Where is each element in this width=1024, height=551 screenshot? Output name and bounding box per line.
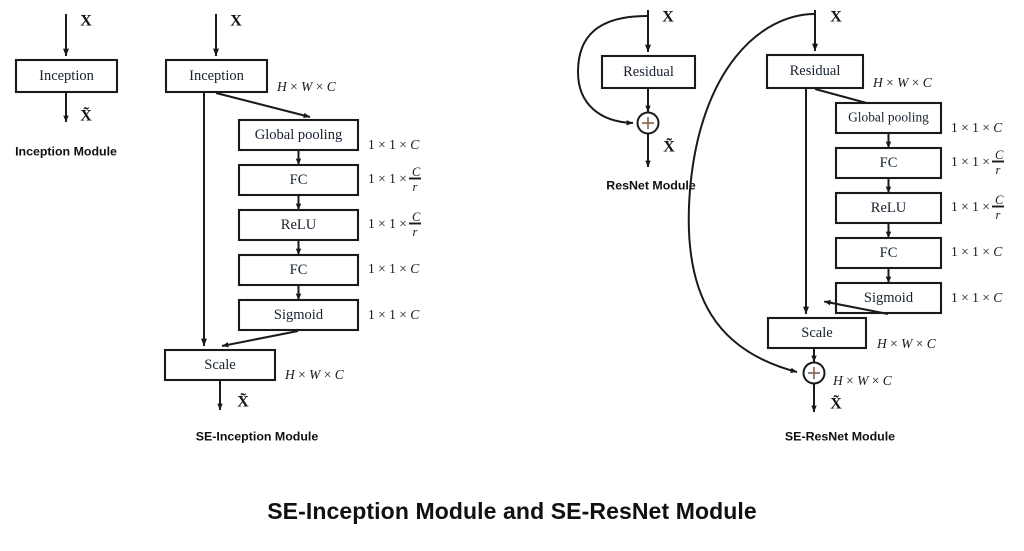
se-resnet-dim-relu: 1 × 1 × C r <box>951 193 1004 222</box>
se-resnet-residual-label: Residual <box>790 63 841 79</box>
se-resnet-dim-scale: H × W × C <box>876 336 937 351</box>
se-resnet-module-caption: SE-ResNet Module <box>785 429 895 443</box>
se-resnet-global-pooling-label: Global pooling <box>848 110 929 125</box>
resnet-input-label: X <box>662 9 674 26</box>
se-inception-sigmoid-label: Sigmoid <box>274 307 324 323</box>
svg-text:r: r <box>996 163 1001 177</box>
se-inception-input-label: X <box>230 13 242 30</box>
se-inception-module-caption: SE-Inception Module <box>196 429 319 443</box>
se-inception-dim-pooling: 1 × 1 × C <box>368 137 420 152</box>
inception-module: X Inception X̃ Inception Module <box>14 13 119 158</box>
resnet-sum-node[interactable] <box>636 111 660 135</box>
se-resnet-scale-label: Scale <box>801 325 832 341</box>
se-resnet-dim-fc2: 1 × 1 × C <box>951 244 1003 259</box>
figure-root: X Inception X̃ Inception Module X Incept… <box>0 0 1024 551</box>
se-inception-dim-scale: H × W × C <box>284 367 345 382</box>
resnet-module-caption: ResNet Module <box>606 178 696 192</box>
se-resnet-sum-node[interactable] <box>802 361 826 385</box>
svg-text:1 × 1 ×: 1 × 1 × <box>368 171 407 186</box>
svg-text:1 × 1 ×: 1 × 1 × <box>951 199 990 214</box>
se-resnet-dim-hwc: H × W × C <box>872 75 933 90</box>
se-resnet-sigmoid-label: Sigmoid <box>864 290 914 306</box>
svg-text:C: C <box>412 165 421 179</box>
se-inception-dim-fc1: 1 × 1 × C r <box>368 165 421 194</box>
se-resnet-dim-sum: H × W × C <box>832 373 893 388</box>
se-resnet-module: X Residual H × W × C Global pooling 1 × … <box>687 9 1004 443</box>
se-inception-fc1-label: FC <box>290 172 308 188</box>
se-inception-scale-label: Scale <box>204 357 235 373</box>
se-resnet-dim-pooling: 1 × 1 × C <box>951 120 1003 135</box>
se-resnet-output-label: X̃ <box>830 393 842 412</box>
se-inception-fc2-label: FC <box>290 262 308 278</box>
se-resnet-relu-label: ReLU <box>871 200 907 216</box>
se-resnet-dim-fc1: 1 × 1 × C r <box>951 148 1004 177</box>
resnet-output-label: X̃ <box>663 136 675 155</box>
figure-caption: SE-Inception Module and SE-ResNet Module <box>267 498 757 524</box>
inception-input-label: X <box>80 13 92 30</box>
svg-text:1 × 1 ×: 1 × 1 × <box>951 154 990 169</box>
se-inception-global-pooling-label: Global pooling <box>255 127 342 143</box>
inception-box-label: Inception <box>39 68 95 84</box>
inception-module-caption: Inception Module <box>15 144 117 158</box>
se-inception-inception-label: Inception <box>189 68 245 84</box>
se-inception-scale-branch <box>221 330 299 348</box>
inception-output-label: X̃ <box>80 105 92 124</box>
se-resnet-fc1-label: FC <box>880 155 898 171</box>
se-inception-dim-hwc: H × W × C <box>276 79 337 94</box>
se-resnet-fc2-label: FC <box>880 245 898 261</box>
svg-text:C: C <box>995 193 1004 207</box>
svg-text:r: r <box>413 225 418 239</box>
se-resnet-input-label: X <box>830 9 842 26</box>
svg-text:r: r <box>413 180 418 194</box>
svg-text:1 × 1 ×: 1 × 1 × <box>368 216 407 231</box>
resnet-module: X Residual X̃ ResNet Module <box>576 9 697 192</box>
se-inception-relu-label: ReLU <box>281 217 317 233</box>
se-inception-dim-relu: 1 × 1 × C r <box>368 210 421 239</box>
svg-text:C: C <box>412 210 421 224</box>
se-inception-output-label: X̃ <box>237 391 249 410</box>
architecture-diagram: X Inception X̃ Inception Module X Incept… <box>14 9 1004 443</box>
se-inception-dim-sigmoid: 1 × 1 × C <box>368 307 420 322</box>
se-inception-branch-to-pooling <box>215 92 311 119</box>
se-resnet-dim-sigmoid: 1 × 1 × C <box>951 290 1003 305</box>
se-inception-module: X Inception H × W × C Global pooling 1 ×… <box>163 13 421 443</box>
svg-text:r: r <box>996 208 1001 222</box>
se-inception-dim-fc2: 1 × 1 × C <box>368 261 420 276</box>
svg-text:C: C <box>995 148 1004 162</box>
resnet-residual-label: Residual <box>623 64 674 80</box>
